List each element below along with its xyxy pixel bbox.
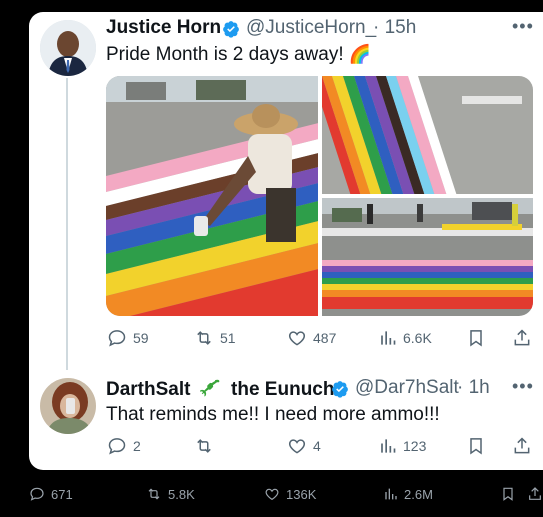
retweet-button[interactable]: 51 xyxy=(194,328,236,348)
retweet-icon xyxy=(197,439,211,453)
outer-like-count: 136K xyxy=(286,486,317,502)
tweet-time[interactable]: · 15h xyxy=(373,17,416,39)
outer-like-button[interactable]: 136K xyxy=(264,486,316,502)
views-icon xyxy=(381,331,396,345)
thread-line xyxy=(66,78,68,370)
bookmark-icon xyxy=(503,487,513,501)
bookmark-button[interactable] xyxy=(466,436,486,456)
avatar-justice-horn[interactable] xyxy=(40,20,96,76)
views-icon xyxy=(385,488,397,500)
views-count: 6.6K xyxy=(403,330,432,346)
author-handle[interactable]: @Dar7hSalt xyxy=(355,377,459,399)
outer-retweet-count: 5.8K xyxy=(168,486,195,502)
outer-share-button[interactable] xyxy=(527,486,543,502)
like-count: 487 xyxy=(313,330,337,346)
share-icon xyxy=(514,329,530,346)
avatar-darthsalt[interactable] xyxy=(40,378,96,434)
like-icon xyxy=(265,488,279,501)
lizard-icon xyxy=(199,379,220,397)
tweet-text-body: Pride Month is 2 days away! xyxy=(106,44,344,65)
views-button[interactable]: 123 xyxy=(377,436,426,456)
views-button[interactable]: 6.6K xyxy=(377,328,432,348)
tweet-text: Pride Month is 2 days away! 🌈 xyxy=(106,44,371,66)
author-name-suffix: the Eunuch xyxy=(231,379,335,400)
media-photo-1[interactable] xyxy=(106,76,318,316)
tweet-text: That reminds me!! I need more ammo!!! xyxy=(106,404,440,425)
like-button[interactable]: 487 xyxy=(287,328,336,348)
retweet-icon xyxy=(148,488,160,500)
reply-icon xyxy=(108,330,126,347)
verified-badge-icon xyxy=(223,21,239,38)
rainbow-icon: 🌈 xyxy=(348,44,372,64)
like-button[interactable]: 4 xyxy=(287,436,321,456)
tweet-time[interactable]: · 1h xyxy=(457,377,490,399)
media-grid[interactable] xyxy=(106,76,533,316)
like-icon xyxy=(288,439,306,454)
share-button[interactable] xyxy=(512,328,532,348)
outer-retweet-button[interactable]: 5.8K xyxy=(146,486,195,502)
views-icon xyxy=(381,439,396,453)
like-icon xyxy=(288,331,306,346)
retweet-button[interactable] xyxy=(194,436,220,456)
reply-count: 2 xyxy=(133,438,141,454)
share-button[interactable] xyxy=(512,436,532,456)
outer-views-count: 2.6M xyxy=(404,486,433,502)
like-count: 4 xyxy=(313,438,321,454)
more-icon[interactable]: ••• xyxy=(512,376,534,397)
author-name[interactable]: Justice Horn xyxy=(106,17,221,39)
retweet-count: 51 xyxy=(220,330,236,346)
bookmark-button[interactable] xyxy=(466,328,486,348)
share-icon xyxy=(529,487,541,500)
more-icon[interactable]: ••• xyxy=(512,16,534,37)
author-name[interactable]: DarthSalt the Eunuch xyxy=(106,377,334,401)
media-photo-3[interactable] xyxy=(322,198,533,316)
reply-button[interactable]: 2 xyxy=(107,436,141,456)
reply-icon xyxy=(108,438,126,455)
outer-reply-count: 671 xyxy=(51,486,73,502)
outer-reply-button[interactable]: 671 xyxy=(29,486,73,502)
views-count: 123 xyxy=(403,438,427,454)
bookmark-icon xyxy=(470,330,482,347)
media-photo-2[interactable] xyxy=(322,76,533,194)
retweet-icon xyxy=(197,331,211,345)
outer-bookmark-button[interactable] xyxy=(500,486,516,502)
author-handle[interactable]: @JusticeHorn_ xyxy=(246,17,376,39)
verified-badge-icon xyxy=(332,381,348,398)
author-name-first: DarthSalt xyxy=(106,379,191,400)
reply-icon xyxy=(30,487,44,501)
reply-button[interactable]: 59 xyxy=(107,328,149,348)
bookmark-icon xyxy=(470,438,482,455)
reply-count: 59 xyxy=(133,330,149,346)
outer-views-button[interactable]: 2.6M xyxy=(382,486,433,502)
share-icon xyxy=(514,437,530,454)
